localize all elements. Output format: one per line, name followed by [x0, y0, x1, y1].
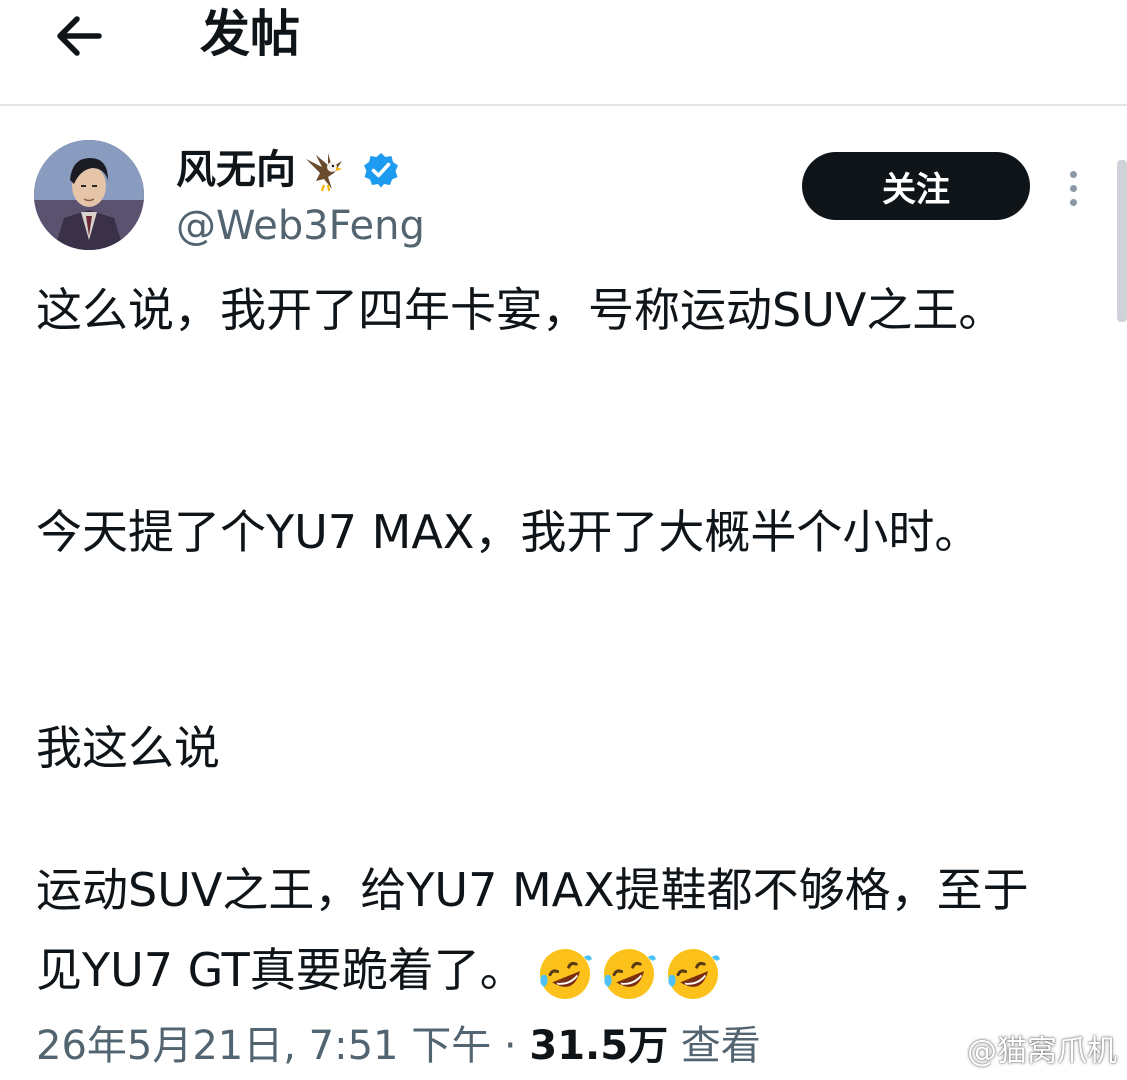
weibo-logo-icon	[924, 1039, 961, 1068]
tweet-paragraph: 这么说，我开了四年卡宴，号称运动SUV之王。	[36, 283, 1005, 337]
back-button[interactable]	[46, 6, 110, 66]
verified-badge-icon	[364, 153, 398, 188]
user-handle[interactable]: @Web3Feng	[176, 200, 425, 252]
display-name-row: 风无向	[176, 142, 400, 198]
views-count: 31.5万	[529, 1023, 669, 1069]
watermark-text: @猫窝爪机	[967, 1034, 1117, 1069]
views-label: 查看	[668, 1023, 761, 1069]
tweet-paragraph: 我这么说	[36, 721, 220, 775]
display-name[interactable]: 风无向	[176, 142, 296, 198]
watermark: @猫窝爪机	[923, 1030, 1117, 1074]
rolling-on-floor-laughing-emoji-icon	[603, 948, 656, 999]
meta-separator: ·	[491, 1023, 530, 1069]
scrollbar[interactable]	[1117, 160, 1127, 322]
rolling-on-floor-laughing-emoji-icon	[539, 948, 592, 999]
page-title: 发帖	[200, 5, 300, 63]
timestamp[interactable]: 26年5月21日, 7:51 下午	[36, 1023, 491, 1069]
more-dot-icon	[1069, 198, 1077, 206]
eagle-emoji-icon	[306, 153, 342, 192]
tweet-paragraph: 今天提了个YU7 MAX，我开了大概半个小时。	[36, 505, 981, 559]
tweet-paragraph: 运动SUV之王，给YU7 MAX提鞋都不够格，至于见YU7 GT真要跪着了。	[36, 850, 1046, 1010]
avatar[interactable]	[34, 140, 144, 250]
avatar-illustration	[34, 140, 144, 250]
rolling-on-floor-laughing-emoji-icon	[667, 948, 720, 999]
tweet-paragraph-text: 运动SUV之王，给YU7 MAX提鞋都不够格，至于见YU7 GT真要跪着了。	[36, 863, 1029, 997]
tweet-meta: 26年5月21日, 7:51 下午 · 31.5万 查看	[36, 1016, 761, 1076]
author-row: 风无向 @Web3Feng 关注	[0, 106, 1127, 266]
top-bar: 发帖	[0, 0, 1127, 106]
more-dot-icon	[1069, 184, 1077, 192]
more-dot-icon	[1069, 170, 1077, 178]
more-options-button[interactable]	[1060, 160, 1086, 216]
follow-button[interactable]: 关注	[802, 152, 1030, 220]
emoji-group	[536, 945, 722, 1003]
arrow-left-icon	[57, 16, 102, 56]
